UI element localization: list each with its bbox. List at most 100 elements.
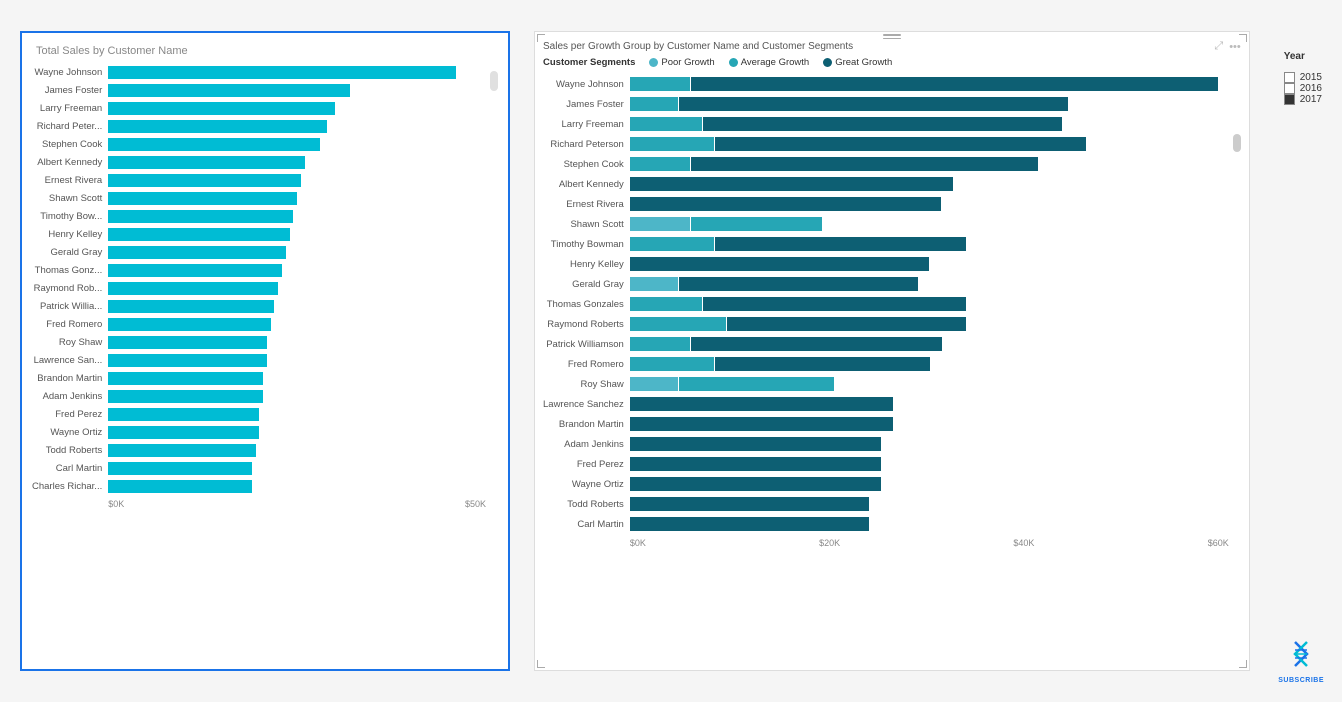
right-bar-label: Richard Peterson	[550, 134, 623, 154]
left-bar-fill	[108, 462, 252, 475]
left-bar-row	[108, 405, 486, 423]
left-bar-label: Fred Romero	[46, 315, 102, 333]
right-bar-row	[630, 514, 1229, 534]
right-bar-row	[630, 334, 1229, 354]
left-bar-row	[108, 153, 486, 171]
legend-title: Customer Segments	[543, 57, 635, 68]
page-container: Total Sales by Customer Name Wayne Johns…	[20, 31, 1322, 671]
right-bar-avg	[630, 77, 690, 91]
left-bar-row	[108, 225, 486, 243]
year-legend: Year 201520162017	[1284, 31, 1322, 105]
year-checkbox[interactable]	[1284, 94, 1295, 105]
right-bar-great	[715, 357, 931, 371]
right-x-3: $60K	[1208, 538, 1229, 548]
left-bar-label: Charles Richar...	[32, 477, 102, 495]
corner-br	[1239, 660, 1247, 668]
right-bar-avg	[630, 317, 726, 331]
right-bar-label: James Foster	[566, 94, 624, 114]
legend-avg-dot	[729, 58, 738, 67]
right-chart-icons: ⤢ •••	[1214, 40, 1240, 53]
left-bar-fill	[108, 66, 456, 79]
right-bar-great	[715, 237, 967, 251]
right-bar-great	[703, 117, 1062, 131]
subscribe-label[interactable]: SUBSCRIBE	[1278, 677, 1324, 684]
left-bar-fill	[108, 480, 252, 493]
right-bar-great	[630, 497, 870, 511]
right-bar-great	[630, 477, 882, 491]
right-bar-label: Raymond Roberts	[547, 314, 624, 334]
year-checkbox[interactable]	[1284, 72, 1295, 83]
right-bar-label: Shawn Scott	[570, 214, 623, 234]
more-icon[interactable]: •••	[1229, 41, 1241, 53]
right-bar-labels: Wayne JohnsonJames FosterLarry FreemanRi…	[543, 74, 630, 548]
right-bar-row	[630, 414, 1229, 434]
right-bar-row	[630, 174, 1229, 194]
left-bar-row	[108, 441, 486, 459]
left-bar-row	[108, 297, 486, 315]
year-item: 2016	[1284, 83, 1322, 94]
legend-avg-label: Average Growth	[741, 57, 809, 68]
legend: Customer Segments Poor Growth Average Gr…	[543, 57, 1241, 68]
top-handle	[883, 34, 901, 39]
right-bar-great	[691, 337, 943, 351]
right-bar-row	[630, 494, 1229, 514]
left-bar-labels: Wayne JohnsonJames FosterLarry FreemanRi…	[32, 63, 108, 509]
left-bar-label: Albert Kennedy	[37, 153, 102, 171]
expand-icon[interactable]: ⤢	[1214, 40, 1223, 53]
right-bar-label: Todd Roberts	[567, 494, 624, 514]
right-bar-label: Wayne Ortiz	[572, 474, 624, 494]
left-bar-row	[108, 279, 486, 297]
right-bar-avg	[630, 297, 702, 311]
right-bar-avg	[630, 117, 702, 131]
corner-bl	[537, 660, 545, 668]
left-bar-row	[108, 333, 486, 351]
left-bar-label: Raymond Rob...	[34, 279, 103, 297]
left-bar-row	[108, 63, 486, 81]
right-bar-row	[630, 354, 1229, 374]
legend-poor: Poor Growth	[649, 57, 714, 68]
right-x-0: $0K	[630, 538, 646, 548]
left-bar-row	[108, 261, 486, 279]
subscribe-section: SUBSCRIBE	[1278, 638, 1324, 684]
left-bars-area: $0K $50K	[108, 63, 486, 509]
left-bar-row	[108, 423, 486, 441]
right-bar-label: Albert Kennedy	[559, 174, 624, 194]
left-bar-row	[108, 171, 486, 189]
right-scrollbar-v[interactable]	[1233, 134, 1241, 152]
legend-avg: Average Growth	[729, 57, 809, 68]
right-bar-row	[630, 154, 1229, 174]
left-bar-label: Lawrence San...	[34, 351, 103, 369]
right-bar-row	[630, 394, 1229, 414]
right-bar-great	[630, 197, 941, 211]
corner-tr	[1239, 34, 1247, 42]
right-bar-row	[630, 234, 1229, 254]
right-bar-avg	[630, 137, 714, 151]
right-bar-label: Larry Freeman	[562, 114, 624, 134]
right-x-1: $20K	[819, 538, 840, 548]
left-bar-label: Wayne Johnson	[34, 63, 102, 81]
right-bar-poor	[630, 277, 678, 291]
right-bar-great	[630, 257, 929, 271]
left-scrollbar[interactable]	[490, 71, 498, 91]
year-item: 2017	[1284, 94, 1322, 105]
right-bar-row	[630, 134, 1229, 154]
right-bar-row	[630, 74, 1229, 94]
year-checkbox[interactable]	[1284, 83, 1295, 94]
left-bar-row	[108, 81, 486, 99]
left-bar-fill	[108, 408, 259, 421]
left-bar-fill	[108, 84, 350, 97]
right-bar-great	[630, 397, 894, 411]
right-bars-area: $0K $20K $40K $60K	[630, 74, 1229, 548]
left-chart: Total Sales by Customer Name Wayne Johns…	[20, 31, 510, 671]
handle-line-1	[883, 34, 901, 36]
left-bar-label: Gerald Gray	[50, 243, 102, 261]
right-bar-great	[727, 317, 967, 331]
right-bar-avg	[691, 217, 823, 231]
right-bar-label: Thomas Gonzales	[547, 294, 624, 314]
left-bar-fill	[108, 318, 270, 331]
left-bar-fill	[108, 426, 259, 439]
right-bar-row	[630, 434, 1229, 454]
left-bar-fill	[108, 390, 263, 403]
left-bar-fill	[108, 120, 327, 133]
left-bar-row	[108, 243, 486, 261]
